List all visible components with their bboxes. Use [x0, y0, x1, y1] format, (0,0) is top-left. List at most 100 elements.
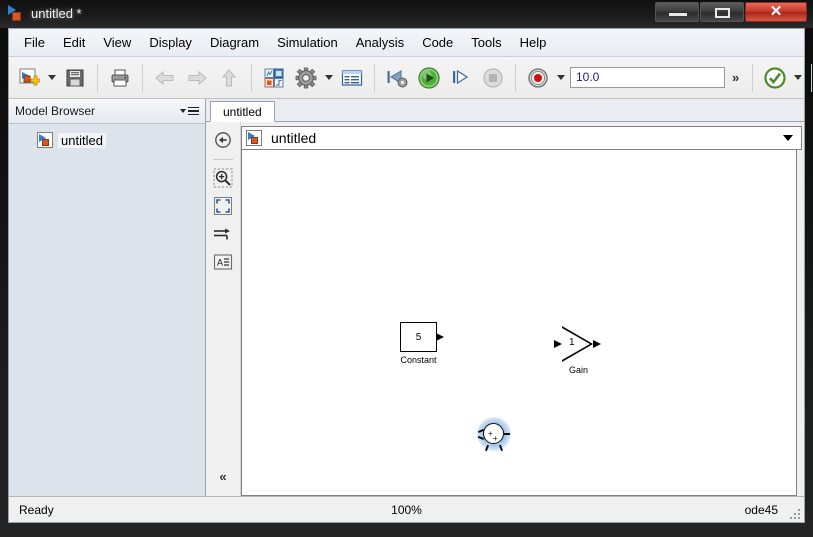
update-model-button[interactable] — [760, 63, 790, 93]
model-explorer-button[interactable] — [337, 63, 367, 93]
toolbar-separator — [251, 63, 252, 92]
maximize-button[interactable] — [700, 2, 744, 22]
zoom-region-icon — [213, 168, 233, 188]
constant-body: 5 — [400, 322, 444, 352]
step-back-button[interactable] — [382, 63, 412, 93]
new-model-button[interactable] — [14, 63, 44, 93]
simulink-model-icon — [246, 130, 262, 146]
navigate-up-button[interactable] — [214, 63, 244, 93]
model-settings-button[interactable] — [291, 63, 321, 93]
simulation-time-input[interactable]: 10.0 — [570, 67, 725, 88]
library-browser-button[interactable] — [259, 63, 289, 93]
model-canvas[interactable]: 5 Constant 1 Gain + + — [241, 150, 797, 496]
model-browser-header: Model Browser — [9, 99, 205, 124]
gain-value: 1 — [569, 337, 575, 348]
save-icon — [66, 69, 84, 86]
title-bar-left: untitled * — [8, 2, 82, 24]
back-arrow-icon — [155, 70, 174, 85]
record-icon — [528, 67, 548, 88]
new-model-dropdown[interactable] — [45, 64, 59, 92]
record-button[interactable] — [523, 63, 553, 93]
close-button[interactable]: ✕ — [745, 2, 807, 22]
step-forward-icon — [453, 69, 469, 84]
browser-options-icon[interactable] — [180, 106, 199, 116]
minimize-button[interactable] — [655, 2, 699, 22]
save-button[interactable] — [60, 63, 90, 93]
resize-grip[interactable] — [788, 507, 800, 519]
up-arrow-icon — [221, 68, 237, 86]
menu-analysis[interactable]: Analysis — [347, 31, 413, 54]
client-area: File Edit View Display Diagram Simulatio… — [8, 28, 813, 523]
toolbar-separator — [142, 63, 143, 92]
stop-button[interactable] — [478, 63, 508, 93]
record-dropdown[interactable] — [554, 64, 568, 92]
update-model-dropdown[interactable] — [791, 64, 805, 92]
breadcrumb: untitled — [241, 126, 802, 150]
gain-input-port[interactable] — [554, 340, 562, 348]
window-controls: ✕ — [654, 0, 807, 24]
step-back-icon — [387, 69, 408, 87]
status-solver: ode45 — [744, 502, 778, 517]
tab-untitled[interactable]: untitled — [210, 101, 275, 122]
chevron-down-icon[interactable] — [783, 135, 793, 141]
menu-code[interactable]: Code — [413, 31, 462, 54]
print-button[interactable] — [105, 63, 135, 93]
constant-output-port[interactable] — [436, 333, 444, 341]
drop-target-cursor: + + — [477, 417, 511, 452]
run-icon — [418, 66, 440, 89]
svg-text:A: A — [217, 258, 223, 268]
constant-value: 5 — [415, 331, 422, 343]
navigate-back-palette-button[interactable] — [211, 128, 235, 152]
toolbar-overflow-button[interactable]: » — [725, 70, 746, 85]
breadcrumb-label: untitled — [271, 130, 317, 146]
gain-label: Gain — [568, 365, 588, 375]
palette-separator — [213, 159, 233, 160]
palette-collapse-button[interactable]: « — [211, 464, 235, 488]
signal-routing-button[interactable] — [211, 222, 235, 246]
simulink-model-icon — [8, 5, 24, 21]
gear-icon — [295, 67, 317, 88]
editor-panel: untitled A « untitled 5 Constant 1 Gain … — [206, 99, 804, 496]
menu-diagram[interactable]: Diagram — [201, 31, 268, 54]
navigate-back-button[interactable] — [150, 63, 180, 93]
menu-file[interactable]: File — [15, 31, 54, 54]
menu-display[interactable]: Display — [140, 31, 201, 54]
forward-arrow-icon — [188, 70, 207, 85]
canvas-palette: A « — [206, 122, 241, 496]
menu-tools[interactable]: Tools — [462, 31, 510, 54]
canvas-column: untitled 5 Constant 1 Gain + + — [241, 122, 804, 496]
canvas-vertical-scrollbar[interactable] — [797, 150, 802, 496]
canvas-wrap: 5 Constant 1 Gain + + — [241, 150, 802, 496]
constant-label: Constant — [400, 355, 437, 365]
run-button[interactable] — [414, 63, 444, 93]
document-tab-strip: untitled — [206, 99, 804, 122]
block-constant[interactable]: 5 Constant — [400, 322, 444, 365]
new-model-icon — [19, 68, 40, 85]
menu-simulation[interactable]: Simulation — [268, 31, 347, 54]
cursor-plus-left: + — [488, 429, 493, 438]
print-icon — [111, 69, 129, 86]
simulink-model-icon — [37, 132, 53, 148]
model-settings-dropdown[interactable] — [322, 64, 336, 92]
tree-node-untitled[interactable]: untitled — [9, 130, 205, 150]
navigate-forward-button[interactable] — [182, 63, 212, 93]
annotation-button[interactable]: A — [211, 250, 235, 274]
fit-to-view-icon — [214, 197, 232, 215]
window-title: untitled * — [31, 5, 82, 21]
zoom-region-button[interactable] — [211, 166, 235, 190]
block-gain[interactable]: 1 Gain — [554, 326, 601, 375]
menu-bar: File Edit View Display Diagram Simulatio… — [9, 29, 804, 57]
toolbar-separator — [374, 63, 375, 92]
fit-to-view-button[interactable] — [211, 194, 235, 218]
step-forward-button[interactable] — [446, 63, 476, 93]
toolbar-separator — [515, 63, 516, 92]
menu-view[interactable]: View — [94, 31, 140, 54]
menu-help[interactable]: Help — [511, 31, 556, 54]
minimize-icon — [669, 13, 687, 16]
gain-output-port[interactable] — [593, 340, 601, 348]
model-explorer-icon — [341, 69, 363, 86]
navigate-back-icon — [215, 132, 231, 148]
title-bar: untitled * ✕ — [0, 0, 813, 28]
status-zoom: 100% — [391, 502, 422, 517]
menu-edit[interactable]: Edit — [54, 31, 94, 54]
